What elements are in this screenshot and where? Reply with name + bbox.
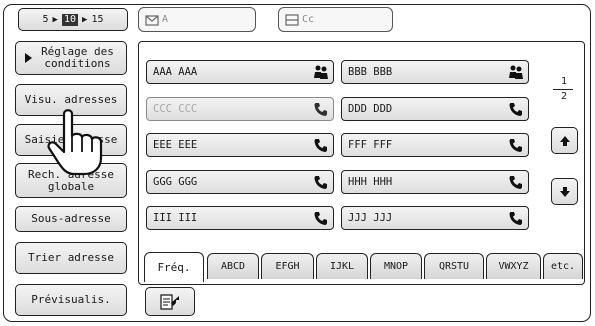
address-name: DDD DDD xyxy=(348,103,393,115)
address-entry[interactable]: III III xyxy=(146,206,334,230)
cc-icon xyxy=(285,13,299,26)
address-entry[interactable]: DDD DDD xyxy=(341,97,529,121)
address-name: GGG GGG xyxy=(153,176,198,188)
cc-field-label: Cc xyxy=(302,14,315,25)
arrow-down-icon xyxy=(559,186,570,197)
tab-qrstu[interactable]: QRSTU xyxy=(424,253,484,279)
arrow-up-icon xyxy=(559,135,570,146)
phone-icon xyxy=(313,174,329,190)
cc-field[interactable]: Cc xyxy=(278,7,393,32)
tab-abcd[interactable]: ABCD xyxy=(207,253,259,279)
conditions-button[interactable]: Réglage des conditions xyxy=(15,41,127,75)
address-name: HHH HHH xyxy=(348,176,393,188)
phone-icon xyxy=(313,101,329,117)
phone-icon xyxy=(508,174,524,190)
mail-icon xyxy=(145,14,159,26)
conditions-label: Réglage des conditions xyxy=(41,45,114,70)
group-icon xyxy=(508,64,524,80)
arrow-right-icon: ▶ xyxy=(82,14,88,25)
detail-icon xyxy=(160,293,179,310)
count-option-5[interactable]: 5 xyxy=(43,14,49,26)
tab-efgh[interactable]: EFGH xyxy=(261,253,314,279)
address-entry[interactable]: AAA AAA xyxy=(146,60,334,84)
sub-address-button[interactable]: Sous-adresse xyxy=(15,206,127,232)
address-entry[interactable]: BBB BBB xyxy=(341,60,529,84)
address-entry[interactable]: EEE EEE xyxy=(146,133,334,157)
page-divider xyxy=(553,89,573,90)
page-total: 2 xyxy=(561,91,568,102)
address-name: CCC CCC xyxy=(153,103,198,115)
tab-frequent[interactable]: Fréq. xyxy=(144,252,204,282)
page-down-button[interactable] xyxy=(551,178,578,205)
page-current: 1 xyxy=(561,76,568,87)
preview-button[interactable]: Prévisualis. xyxy=(15,284,127,316)
detail-button[interactable] xyxy=(145,287,195,316)
sort-address-label: Trier adresse xyxy=(27,251,115,264)
address-name: AAA AAA xyxy=(153,66,198,78)
phone-icon xyxy=(508,137,524,153)
group-icon xyxy=(313,64,329,80)
page-up-button[interactable] xyxy=(551,127,578,154)
address-entry[interactable]: CCC CCC xyxy=(146,97,334,121)
to-field[interactable]: A xyxy=(138,7,256,32)
count-selector[interactable]: 5 ▶ 10 ▶ 15 xyxy=(18,8,128,31)
tab-vwxyz[interactable]: VWXYZ xyxy=(486,253,541,279)
phone-icon xyxy=(313,137,329,153)
tab-etc[interactable]: etc. xyxy=(543,253,583,279)
address-name: FFF FFF xyxy=(348,139,393,151)
tab-mnop[interactable]: MNOP xyxy=(370,253,422,279)
phone-icon xyxy=(313,210,329,226)
address-name: EEE EEE xyxy=(153,139,198,151)
sort-address-button[interactable]: Trier adresse xyxy=(15,242,127,274)
view-address-label: Visu. adresses xyxy=(24,93,118,106)
address-entry[interactable]: HHH HHH xyxy=(341,170,529,194)
address-entry[interactable]: GGG GGG xyxy=(146,170,334,194)
arrow-right-icon: ▶ xyxy=(52,14,58,25)
address-name: BBB BBB xyxy=(348,66,393,78)
arrow-right-icon xyxy=(24,53,32,63)
address-name: JJJ JJJ xyxy=(348,212,393,224)
preview-label: Prévisualis. xyxy=(31,293,111,306)
sub-address-label: Sous-adresse xyxy=(31,212,111,225)
phone-icon xyxy=(508,101,524,117)
phone-icon xyxy=(508,210,524,226)
address-name: III III xyxy=(153,212,198,224)
count-option-15[interactable]: 15 xyxy=(91,14,103,26)
count-option-10[interactable]: 10 xyxy=(61,13,79,26)
to-field-label: A xyxy=(162,14,169,25)
tab-ijkl[interactable]: IJKL xyxy=(316,253,368,279)
address-entry[interactable]: JJJ JJJ xyxy=(341,206,529,230)
hand-pointer-icon xyxy=(47,109,103,176)
address-entry[interactable]: FFF FFF xyxy=(341,133,529,157)
